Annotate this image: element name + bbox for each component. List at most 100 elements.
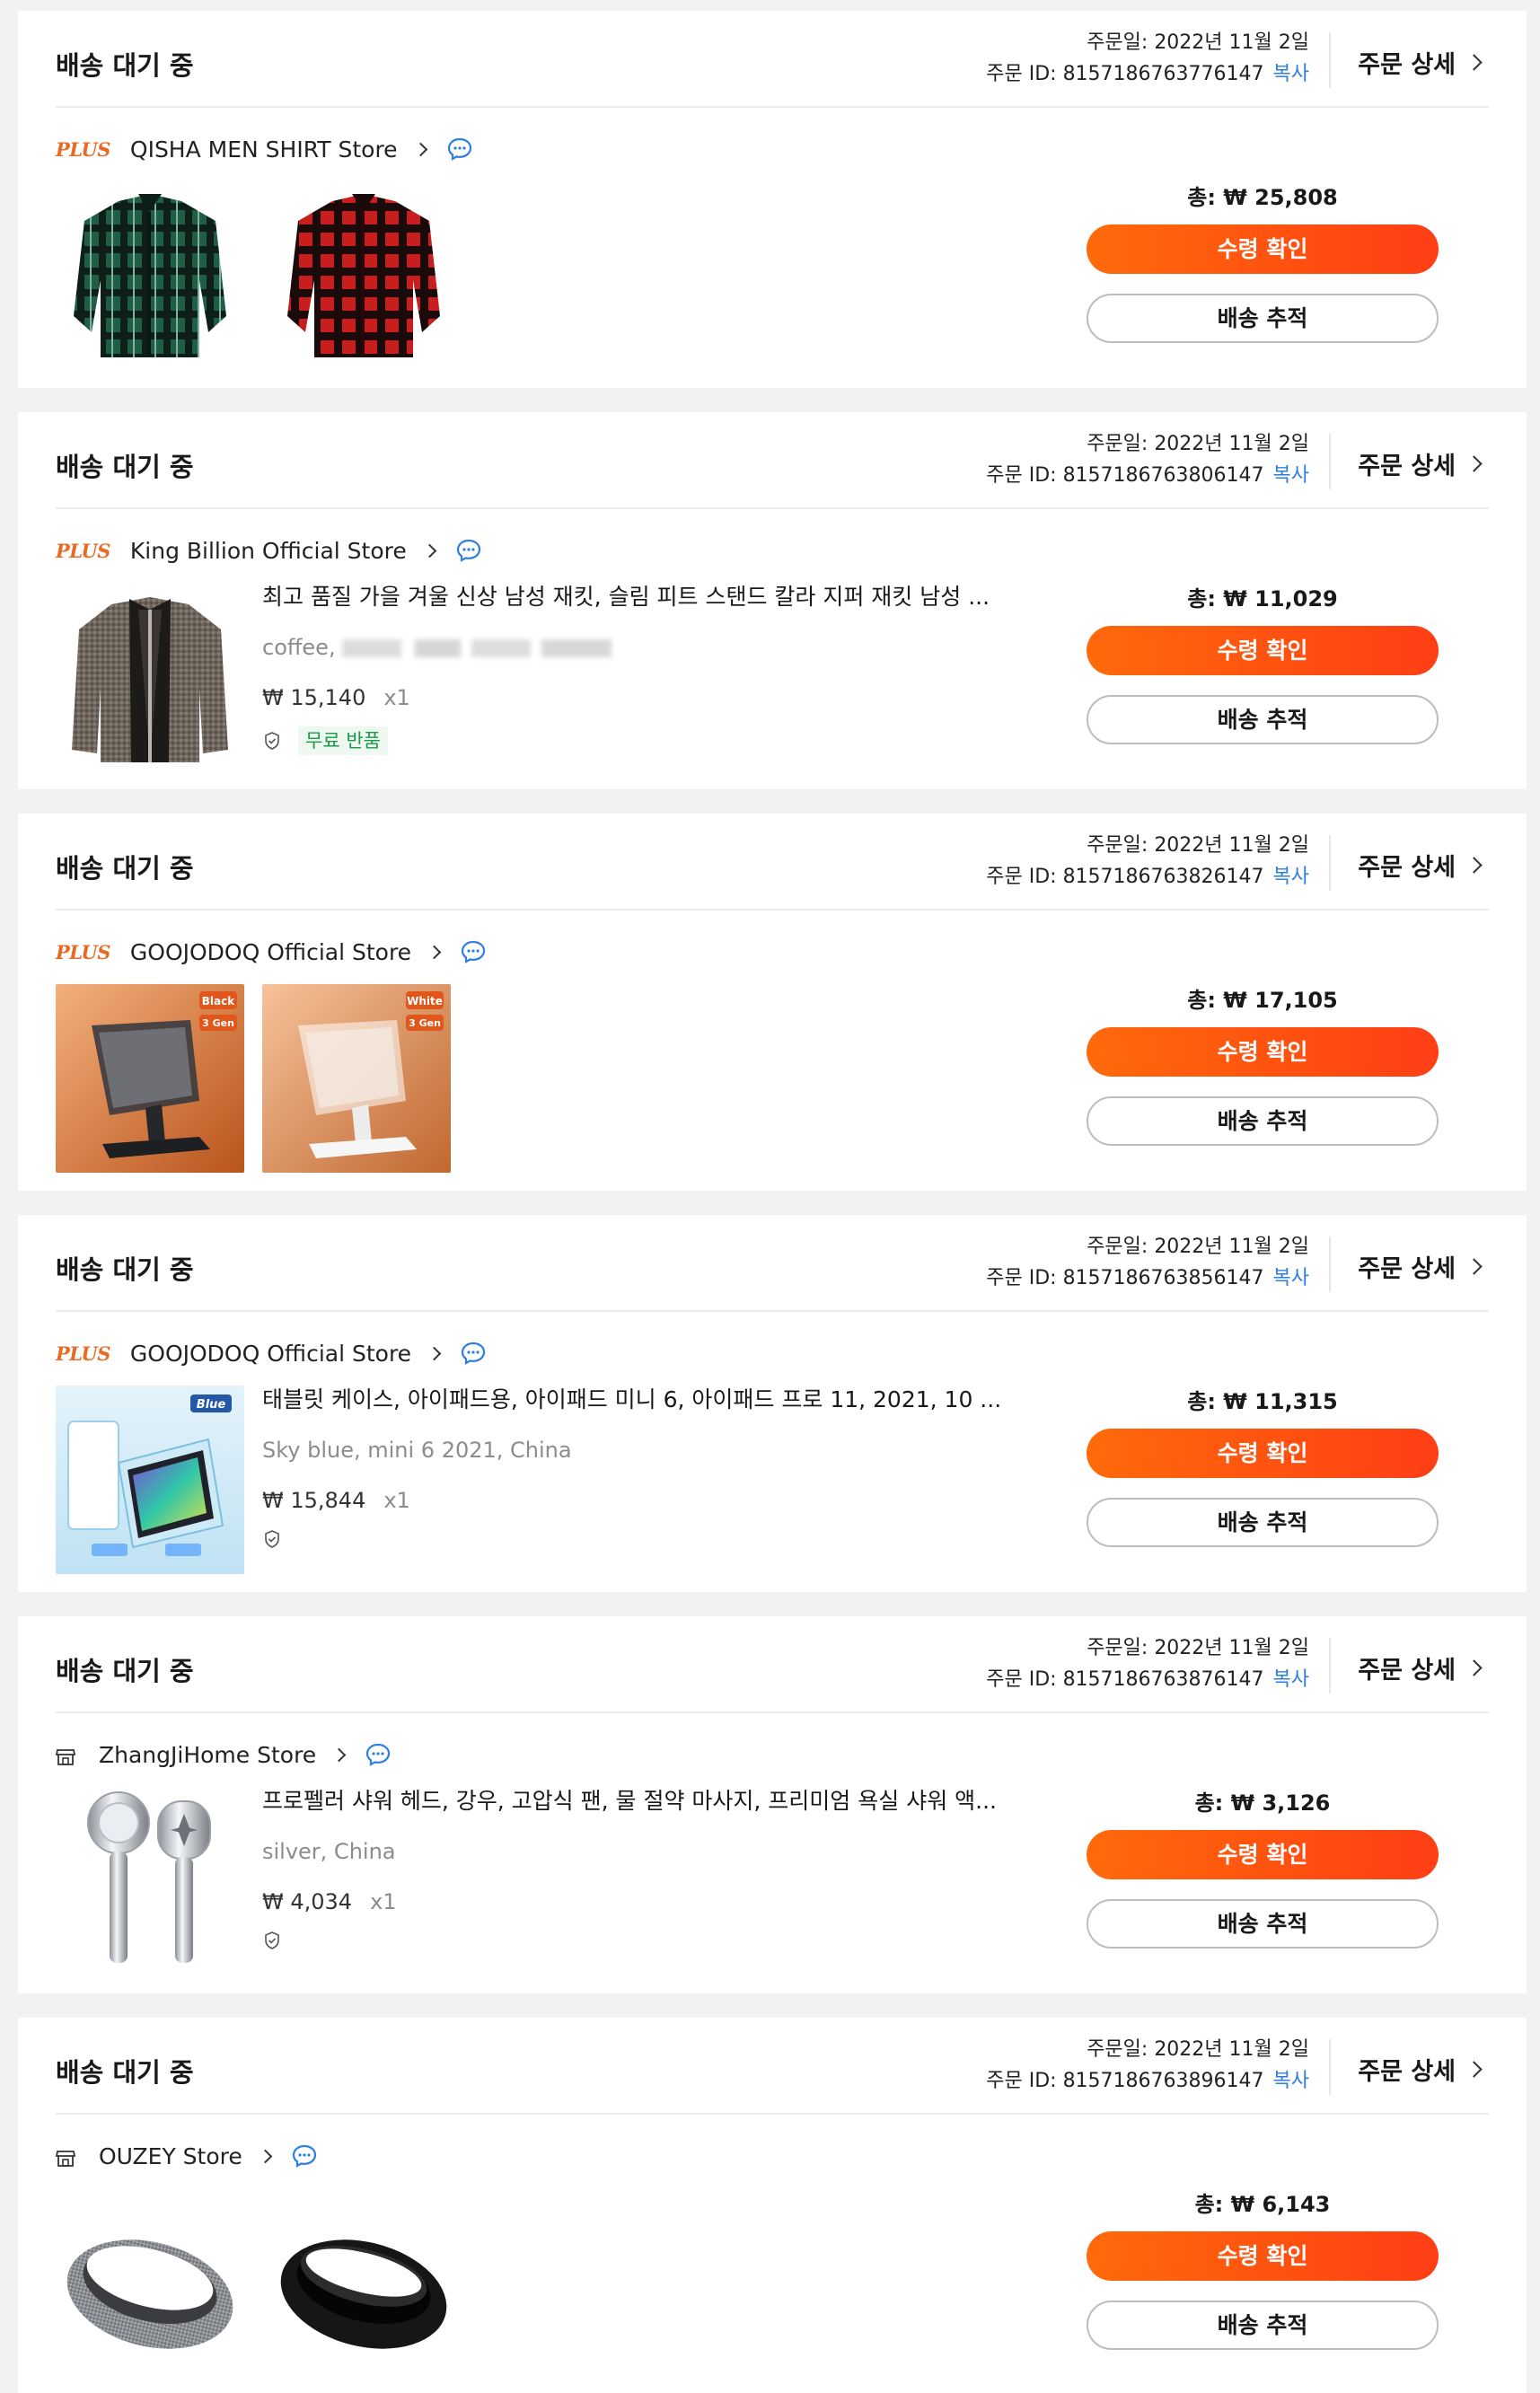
chat-icon[interactable] — [456, 539, 481, 562]
track-delivery-button[interactable]: 배송 추적 — [1087, 1498, 1439, 1547]
copy-button[interactable]: 복사 — [1273, 1668, 1309, 1691]
copy-button[interactable]: 복사 — [1273, 464, 1309, 487]
order-header: 배송 대기 중 주문일: 2022년 11월 2일 주문 ID: 8157186… — [56, 11, 1489, 108]
order-meta: 주문일: 2022년 11월 2일 주문 ID: 815718676380614… — [986, 428, 1309, 491]
green-plaid-shirt-image[interactable] — [56, 181, 244, 370]
store-name[interactable]: QISHA MEN SHIRT Store — [130, 136, 398, 163]
order-total: 총: ₩ 3,126 — [1087, 1787, 1439, 1819]
store-name[interactable]: GOOJODOQ Official Store — [130, 939, 411, 965]
confirm-receipt-button[interactable]: 수령 확인 — [1087, 626, 1439, 675]
copy-button[interactable]: 복사 — [1273, 1267, 1309, 1289]
order-status: 배송 대기 중 — [56, 452, 194, 482]
order-total: 총: ₩ 11,029 — [1087, 583, 1439, 615]
chat-icon[interactable] — [461, 1342, 486, 1365]
divider — [1329, 434, 1331, 489]
chevron-right-icon — [1465, 1258, 1483, 1275]
store-row: PLUS GOOJODOQ Official Store — [56, 1335, 486, 1371]
order-detail-link[interactable]: 주문 상세 — [1358, 1650, 1483, 1685]
grey-headband-image[interactable] — [56, 2188, 244, 2377]
order-status: 배송 대기 중 — [56, 1254, 194, 1285]
chevron-right-icon[interactable] — [331, 1747, 347, 1762]
order-detail-label: 주문 상세 — [1358, 1657, 1456, 1685]
order-meta: 주문일: 2022년 11월 2일 주문 ID: 815718676387614… — [986, 1632, 1309, 1695]
shield-check-icon — [262, 1529, 282, 1549]
store-name[interactable]: GOOJODOQ Official Store — [130, 1341, 411, 1367]
order-detail-label: 주문 상세 — [1358, 2058, 1456, 2086]
red-plaid-shirt-image[interactable] — [269, 181, 458, 370]
order-detail-link[interactable]: 주문 상세 — [1358, 45, 1483, 80]
shower-head-image[interactable] — [56, 1787, 244, 1975]
total-value: ₩ 3,126 — [1230, 1790, 1331, 1816]
order-actions: 총: ₩ 3,126 수령 확인 배송 추적 — [1087, 1787, 1439, 1949]
white-tablet-stand-image[interactable]: White 3 Gen — [262, 984, 451, 1173]
total-value: ₩ 6,143 — [1230, 2192, 1331, 2217]
total-label: 총: — [1187, 586, 1224, 611]
order-date: 주문일: 2022년 11월 2일 — [1087, 834, 1309, 857]
chevron-right-icon[interactable] — [413, 142, 427, 156]
order-detail-link[interactable]: 주문 상세 — [1358, 446, 1483, 481]
track-delivery-button[interactable]: 배송 추적 — [1087, 2301, 1439, 2350]
track-delivery-button[interactable]: 배송 추적 — [1087, 695, 1439, 744]
order-meta: 주문일: 2022년 11월 2일 주문 ID: 815718676382614… — [986, 830, 1309, 893]
confirm-receipt-button[interactable]: 수령 확인 — [1087, 1027, 1439, 1077]
product-variant-text: coffee, — [262, 635, 336, 660]
product-title[interactable]: 최고 품질 가을 겨울 신상 남성 재킷, 슬림 피트 스탠드 칼라 지퍼 재킷… — [262, 579, 1034, 615]
plus-badge: PLUS — [56, 137, 110, 161]
copy-button[interactable]: 복사 — [1273, 866, 1309, 888]
divider — [1329, 835, 1331, 891]
order-card: 배송 대기 중 주문일: 2022년 11월 2일 주문 ID: 8157186… — [18, 2018, 1527, 2393]
order-id: 8157186763876147 — [1062, 1668, 1264, 1691]
track-delivery-button[interactable]: 배송 추적 — [1087, 1899, 1439, 1949]
total-value: ₩ 17,105 — [1223, 988, 1338, 1013]
order-actions: 총: ₩ 11,315 수령 확인 배송 추적 — [1087, 1386, 1439, 1547]
chat-icon[interactable] — [292, 2144, 317, 2168]
product-quantity: x1 — [383, 1488, 410, 1513]
confirm-receipt-button[interactable]: 수령 확인 — [1087, 224, 1439, 274]
order-detail-link[interactable]: 주문 상세 — [1358, 1249, 1483, 1284]
chevron-right-icon[interactable] — [422, 543, 437, 558]
store-row: ZhangJiHome Store — [55, 1737, 391, 1773]
copy-button[interactable]: 복사 — [1273, 63, 1309, 85]
chat-icon[interactable] — [365, 1743, 391, 1766]
order-id: 8157186763856147 — [1062, 1267, 1264, 1289]
track-delivery-button[interactable]: 배송 추적 — [1087, 294, 1439, 343]
store-name[interactable]: OUZEY Store — [99, 2143, 242, 2169]
shop-icon — [55, 2147, 76, 2167]
divider — [1329, 1236, 1331, 1292]
order-actions: 총: ₩ 6,143 수령 확인 배송 추적 — [1087, 2188, 1439, 2350]
total-label: 총: — [1194, 1790, 1231, 1816]
product-price-line: ₩ 15,844 x1 — [262, 1484, 1061, 1517]
store-name[interactable]: ZhangJiHome Store — [99, 1742, 316, 1768]
chevron-right-icon — [1465, 857, 1483, 874]
tablet-case-image[interactable]: Blue — [56, 1386, 244, 1574]
product-price-line: ₩ 15,140 x1 — [262, 682, 1061, 714]
order-total: 총: ₩ 11,315 — [1087, 1386, 1439, 1418]
chevron-right-icon[interactable] — [427, 945, 442, 959]
knit-jacket-image[interactable] — [56, 583, 244, 771]
product-info: 태블릿 케이스, 아이패드용, 아이패드 미니 6, 아이패드 프로 11, 2… — [262, 1382, 1061, 1549]
order-header: 배송 대기 중 주문일: 2022년 11월 2일 주문 ID: 8157186… — [56, 2018, 1489, 2115]
order-detail-link[interactable]: 주문 상세 — [1358, 848, 1483, 883]
product-title[interactable]: 프로펠러 샤워 헤드, 강우, 고압식 팬, 물 절약 마사지, 프리미엄 욕실… — [262, 1783, 1034, 1819]
redacted-text — [342, 639, 612, 657]
chat-icon[interactable] — [461, 940, 486, 963]
black-headband-image[interactable] — [269, 2188, 458, 2377]
order-detail-label: 주문 상세 — [1358, 51, 1456, 79]
divider — [1329, 2039, 1331, 2095]
copy-button[interactable]: 복사 — [1273, 2070, 1309, 2092]
product-title[interactable]: 태블릿 케이스, 아이패드용, 아이패드 미니 6, 아이패드 프로 11, 2… — [262, 1382, 1034, 1418]
plus-badge: PLUS — [56, 1342, 110, 1365]
chat-icon[interactable] — [447, 137, 472, 161]
chevron-right-icon[interactable] — [427, 1346, 442, 1360]
chevron-right-icon[interactable] — [258, 2149, 273, 2163]
black-tablet-stand-image[interactable]: Black 3 Gen — [56, 984, 244, 1173]
order-id-line: 주문 ID: 8157186763896147 복사 — [986, 2065, 1309, 2097]
confirm-receipt-button[interactable]: 수령 확인 — [1087, 1429, 1439, 1478]
order-card: 배송 대기 중 주문일: 2022년 11월 2일 주문 ID: 8157186… — [18, 1616, 1527, 1993]
order-detail-link[interactable]: 주문 상세 — [1358, 2052, 1483, 2087]
store-name[interactable]: King Billion Official Store — [130, 538, 407, 564]
chevron-right-icon — [1465, 1659, 1483, 1676]
confirm-receipt-button[interactable]: 수령 확인 — [1087, 1830, 1439, 1879]
track-delivery-button[interactable]: 배송 추적 — [1087, 1096, 1439, 1146]
confirm-receipt-button[interactable]: 수령 확인 — [1087, 2231, 1439, 2281]
